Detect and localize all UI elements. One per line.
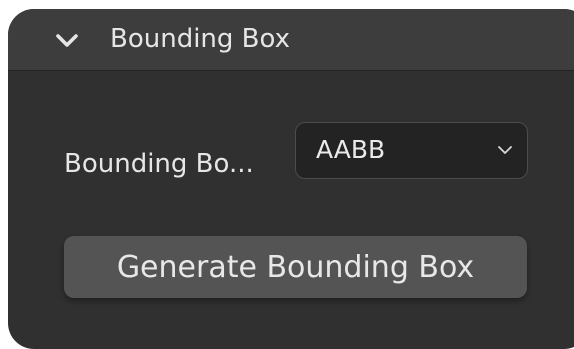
bounding-box-panel: Bounding Box Bounding Bo... AABB Generat… <box>8 9 574 349</box>
bounding-box-type-label: Bounding Bo... <box>64 149 254 179</box>
generate-button-label: Generate Bounding Box <box>116 250 475 285</box>
chevron-down-icon[interactable] <box>54 28 80 54</box>
panel-title: Bounding Box <box>110 24 291 54</box>
generate-bounding-box-button[interactable]: Generate Bounding Box <box>64 236 527 298</box>
panel-header[interactable]: Bounding Box <box>8 9 574 71</box>
bounding-box-type-dropdown[interactable]: AABB <box>295 122 528 179</box>
dropdown-selected-value: AABB <box>316 135 386 164</box>
chevron-down-icon <box>498 146 512 154</box>
